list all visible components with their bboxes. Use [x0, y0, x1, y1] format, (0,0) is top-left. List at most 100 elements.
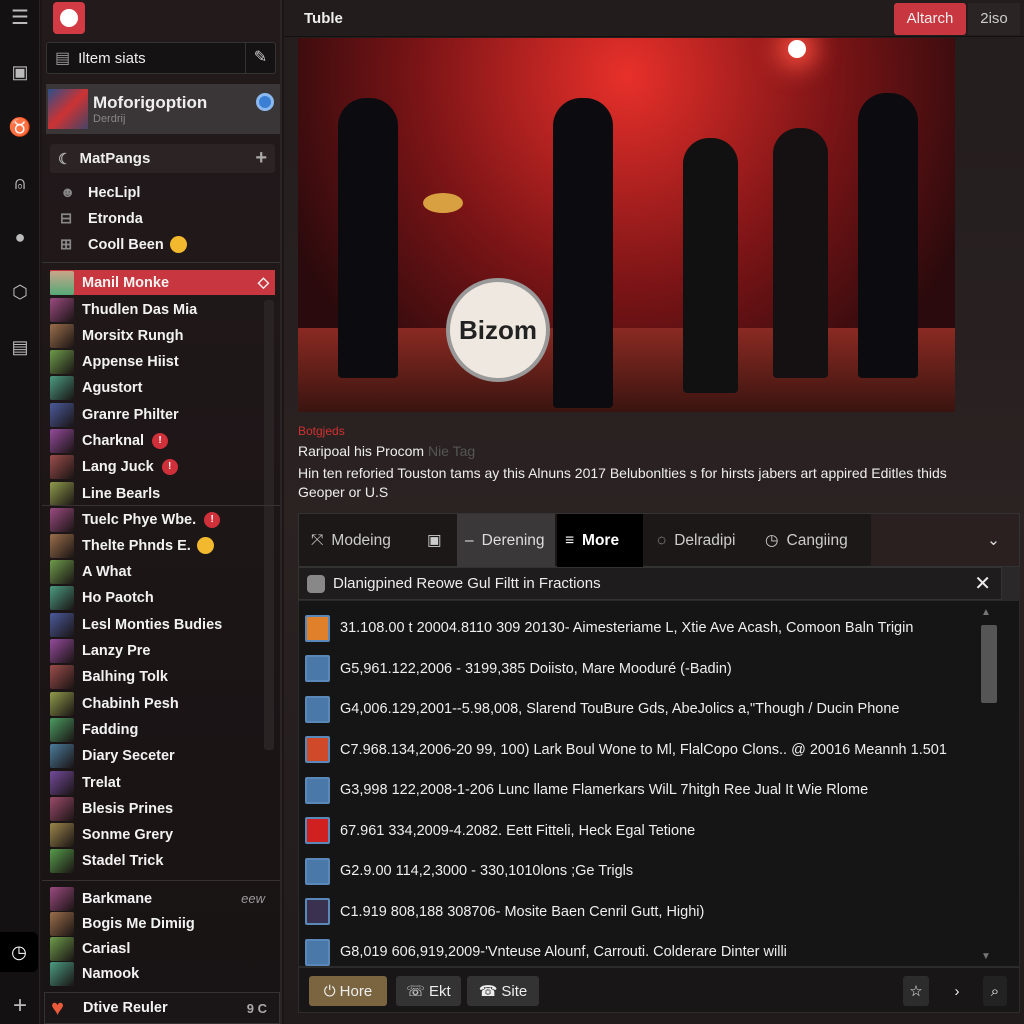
- conversation-item[interactable]: Appense Hiist: [50, 350, 275, 375]
- conversation-item[interactable]: Agustort: [50, 376, 275, 401]
- conversation-item[interactable]: Thelte Phnds E.: [50, 533, 275, 558]
- conversation-item[interactable]: Barkmane eew: [50, 886, 275, 911]
- tab-device[interactable]: ▣: [419, 514, 450, 567]
- conversation-item[interactable]: Lang Juck!: [50, 455, 275, 480]
- current-user-bar[interactable]: ♥ Dtive Reuler 9 C: [44, 992, 280, 1024]
- conversation-item[interactable]: Granre Philter: [50, 402, 275, 427]
- avatar: [50, 962, 74, 987]
- profile-card[interactable]: Moforigoption Derdrij: [46, 84, 280, 134]
- item-label: Blesis Prines: [82, 800, 174, 817]
- phone-icon: ☏: [406, 983, 426, 1000]
- avatar: [50, 717, 74, 742]
- avatar: [50, 849, 74, 874]
- conversation-item[interactable]: Stadel Trick: [50, 849, 275, 874]
- conversation-item[interactable]: Lesl Monties Budies: [50, 612, 275, 637]
- scroll-down-icon[interactable]: ▼: [981, 951, 991, 962]
- gamepad-icon[interactable]: ♉: [6, 113, 34, 141]
- clock-icon[interactable]: ◷: [0, 932, 38, 972]
- conversation-item[interactable]: Blesis Prines: [50, 796, 275, 821]
- attach-button[interactable]: Altarch: [894, 3, 966, 35]
- heart-icon: ♥: [51, 995, 65, 1020]
- close-icon[interactable]: ✕: [974, 571, 991, 596]
- add-icon[interactable]: +: [255, 147, 267, 170]
- item-thumbnail-icon: [305, 817, 330, 844]
- avatar: [50, 744, 74, 769]
- list-icon[interactable]: ▤: [6, 333, 34, 361]
- add-icon[interactable]: +: [6, 992, 34, 1020]
- conversation-item[interactable]: Ho Paotch: [50, 586, 275, 611]
- item-label: Lang Juck: [82, 459, 154, 476]
- edit-icon[interactable]: ✎: [245, 43, 275, 73]
- conversation-item[interactable]: Line Bearls: [50, 481, 275, 506]
- scrollbar-thumb[interactable]: [981, 625, 997, 703]
- secondary-button[interactable]: 2iso: [968, 3, 1020, 35]
- pin-icon[interactable]: ☆: [903, 976, 929, 1006]
- scroll-up-icon[interactable]: ▲: [981, 607, 991, 618]
- result-row[interactable]: G2.9.00 114,2,3000 - 330,1010lons ;Ge Tr…: [305, 856, 633, 886]
- result-row[interactable]: C7.968.134,2006-20 99, 100) Lark Boul Wo…: [305, 735, 947, 765]
- tab-cangiing[interactable]: ◷ Cangiing: [757, 514, 856, 567]
- conversation-item[interactable]: Cariasl: [50, 937, 275, 962]
- conversation-item[interactable]: Thudlen Das Mia: [50, 297, 275, 322]
- result-row[interactable]: G4,006.129,2001--5.98,008, Slarend TouBu…: [305, 694, 899, 724]
- result-row[interactable]: G8,019 606,919,2009-'Vnteuse Alounf, Car…: [305, 937, 787, 967]
- item-label: Fadding: [82, 721, 139, 738]
- conversation-item[interactable]: Chabinh Pesh: [50, 691, 275, 716]
- group-item[interactable]: ☻ HecLipl: [60, 180, 285, 205]
- conversation-item[interactable]: Fadding: [50, 717, 275, 742]
- avatar-icon: ☻: [60, 184, 76, 201]
- conversation-item[interactable]: Tuelc Phye Wbe.!: [50, 507, 275, 532]
- group-item[interactable]: ⊟ Etronda: [60, 206, 285, 231]
- result-text: G8,019 606,919,2009-'Vnteuse Alounf, Car…: [340, 944, 787, 960]
- conversation-item[interactable]: Balhing Tolk: [50, 665, 275, 690]
- search-icon[interactable]: ⌕: [983, 976, 1007, 1006]
- conversation-item[interactable]: Trelat: [50, 770, 275, 795]
- tab-more[interactable]: ≡ More: [557, 514, 643, 567]
- item-thumbnail-icon: [305, 736, 330, 763]
- tab-label: Cangiing: [786, 531, 848, 549]
- conversation-item[interactable]: Morsitx Rungh: [50, 323, 275, 348]
- hore-button[interactable]: ⏻ Hore: [309, 976, 387, 1006]
- person-icon[interactable]: ●: [6, 223, 34, 251]
- item-label: Granre Philter: [82, 406, 179, 423]
- app-logo[interactable]: [53, 2, 85, 34]
- forward-icon[interactable]: ›: [945, 976, 969, 1006]
- conversation-item[interactable]: Lanzy Pre: [50, 639, 275, 664]
- user-icon[interactable]: ⍝: [6, 169, 34, 197]
- conversation-item[interactable]: Charknal!: [50, 429, 275, 454]
- badge-icon[interactable]: ⬡: [6, 278, 34, 306]
- ekt-button[interactable]: ☏ Ekt: [396, 976, 461, 1006]
- cross-arrows-icon: ⤧: [311, 531, 324, 549]
- result-row[interactable]: 67.961 334,2009-4.2082. Eett Fitteli, He…: [305, 816, 695, 846]
- panel-scroll-handle[interactable]: [1002, 567, 1020, 600]
- conversation-item[interactable]: Sonme Grery: [50, 823, 275, 848]
- result-row[interactable]: G5,961.122,2006 - 3199,385 Doiisto, Mare…: [305, 654, 732, 684]
- inbox-icon[interactable]: ▣: [6, 58, 34, 86]
- result-text: C1.919 808,188 308706- Mosite Baen Cenri…: [340, 903, 705, 920]
- sidebar: ▤ Iltem siats ✎ Moforigoption Derdrij ☾ M…: [42, 0, 282, 1024]
- tab-derening[interactable]: – Derening: [457, 514, 555, 567]
- conversation-item[interactable]: A What: [50, 560, 275, 585]
- tab-delradipi[interactable]: ◌ Delradipi: [649, 514, 743, 567]
- item-label: Line Bearls: [82, 485, 161, 502]
- hamburger-menu-icon[interactable]: ☰: [6, 4, 34, 32]
- selected-conversation[interactable]: Manil Monke ◇: [50, 270, 275, 295]
- button-label: Site: [501, 982, 528, 1000]
- conversation-item[interactable]: Bogis Me Dimiig: [50, 911, 275, 936]
- conversation-item[interactable]: Namook: [50, 962, 275, 987]
- verified-icon: [256, 93, 274, 111]
- footer-bar: ⏻ Hore ☏ Ekt ☎ Site ☆ › ⌕: [298, 967, 1020, 1013]
- group-item[interactable]: ⊞ Cooll Been: [60, 232, 285, 257]
- chevron-down-icon[interactable]: ⌄: [979, 514, 1008, 567]
- avatar: [50, 586, 74, 611]
- item-label: Cooll Been: [88, 236, 164, 253]
- tab-modeing[interactable]: ⤧ Modeing: [303, 514, 399, 567]
- result-row[interactable]: C1.919 808,188 308706- Mosite Baen Cenri…: [305, 897, 704, 927]
- group-header[interactable]: ☾ MatPangs +: [50, 144, 275, 173]
- search-box[interactable]: ▤ Iltem siats ✎: [46, 42, 276, 74]
- conversation-item[interactable]: Diary Seceter: [50, 744, 275, 769]
- band-photo[interactable]: Bizom: [298, 38, 955, 412]
- result-row[interactable]: 31.108.00 t 20004.8110 309 20130- Aimest…: [305, 613, 913, 643]
- site-button[interactable]: ☎ Site: [467, 976, 539, 1006]
- result-row[interactable]: G3,998 122,2008-1-206 Lunc llame Flamerk…: [305, 775, 868, 805]
